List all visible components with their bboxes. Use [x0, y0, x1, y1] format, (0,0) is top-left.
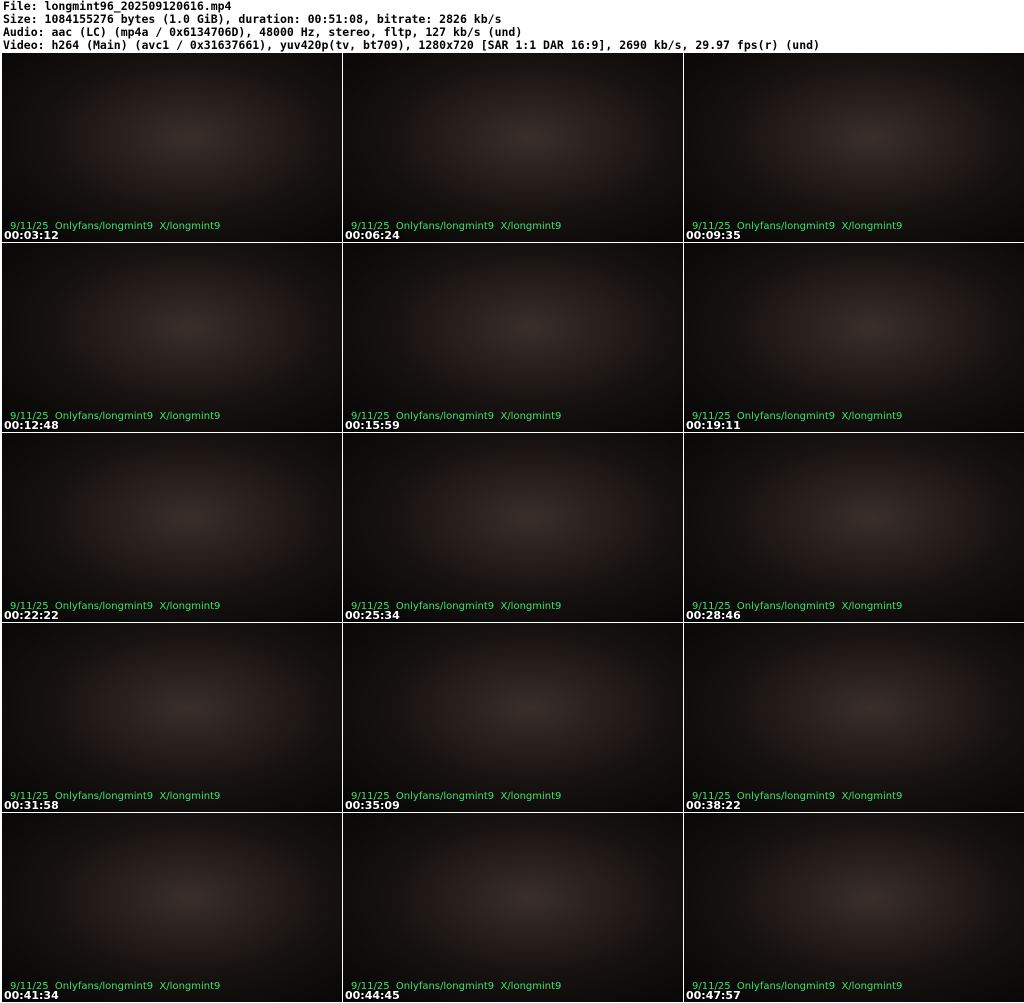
- frame-timestamp: 00:44:45: [345, 989, 400, 1002]
- frame-timestamp: 00:47:57: [686, 989, 741, 1002]
- frame-timestamp: 00:22:22: [4, 609, 59, 622]
- frame-timestamp: 00:06:24: [345, 229, 400, 242]
- frame-timestamp: 00:03:12: [4, 229, 59, 242]
- frame-timestamp: 00:38:22: [686, 799, 741, 812]
- frame-timestamp: 00:19:11: [686, 419, 741, 432]
- video-frame-thumbnail: 9/11/25 Onlyfans/longmint9 X/longmint9 00…: [2, 243, 342, 432]
- video-frame-thumbnail: 9/11/25 Onlyfans/longmint9 X/longmint9 00…: [684, 623, 1024, 812]
- frame-timestamp: 00:28:46: [686, 609, 741, 622]
- video-info: Video: h264 (Main) (avc1 / 0x31637661), …: [3, 38, 820, 52]
- frame-timestamp: 00:41:34: [4, 989, 59, 1002]
- video-frame-thumbnail: 9/11/25 Onlyfans/longmint9 X/longmint9 00…: [684, 813, 1024, 1002]
- video-frame-thumbnail: 9/11/25 Onlyfans/longmint9 X/longmint9 00…: [343, 433, 683, 622]
- frame-timestamp: 00:12:48: [4, 419, 59, 432]
- video-frame-thumbnail: 9/11/25 Onlyfans/longmint9 X/longmint9 00…: [343, 53, 683, 242]
- video-frame-thumbnail: 9/11/25 Onlyfans/longmint9 X/longmint9 00…: [343, 623, 683, 812]
- video-frame-thumbnail: 9/11/25 Onlyfans/longmint9 X/longmint9 00…: [2, 623, 342, 812]
- video-frame-thumbnail: 9/11/25 Onlyfans/longmint9 X/longmint9 00…: [684, 53, 1024, 242]
- video-frame-thumbnail: 9/11/25 Onlyfans/longmint9 X/longmint9 00…: [2, 53, 342, 242]
- video-frame-thumbnail: 9/11/25 Onlyfans/longmint9 X/longmint9 00…: [343, 243, 683, 432]
- frame-timestamp: 00:15:59: [345, 419, 400, 432]
- frame-timestamp: 00:25:34: [345, 609, 400, 622]
- frame-timestamp: 00:35:09: [345, 799, 400, 812]
- frame-timestamp: 00:31:58: [4, 799, 59, 812]
- thumbnail-grid: 9/11/25 Onlyfans/longmint9 X/longmint9 00…: [2, 53, 1024, 1002]
- video-frame-thumbnail: 9/11/25 Onlyfans/longmint9 X/longmint9 00…: [684, 433, 1024, 622]
- file-info-header: File: longmint96_202509120616.mp4 Size: …: [3, 0, 820, 52]
- frame-timestamp: 00:09:35: [686, 229, 741, 242]
- video-frame-thumbnail: 9/11/25 Onlyfans/longmint9 X/longmint9 00…: [684, 243, 1024, 432]
- video-frame-thumbnail: 9/11/25 Onlyfans/longmint9 X/longmint9 00…: [2, 433, 342, 622]
- video-frame-thumbnail: 9/11/25 Onlyfans/longmint9 X/longmint9 00…: [343, 813, 683, 1002]
- video-frame-thumbnail: 9/11/25 Onlyfans/longmint9 X/longmint9 00…: [2, 813, 342, 1002]
